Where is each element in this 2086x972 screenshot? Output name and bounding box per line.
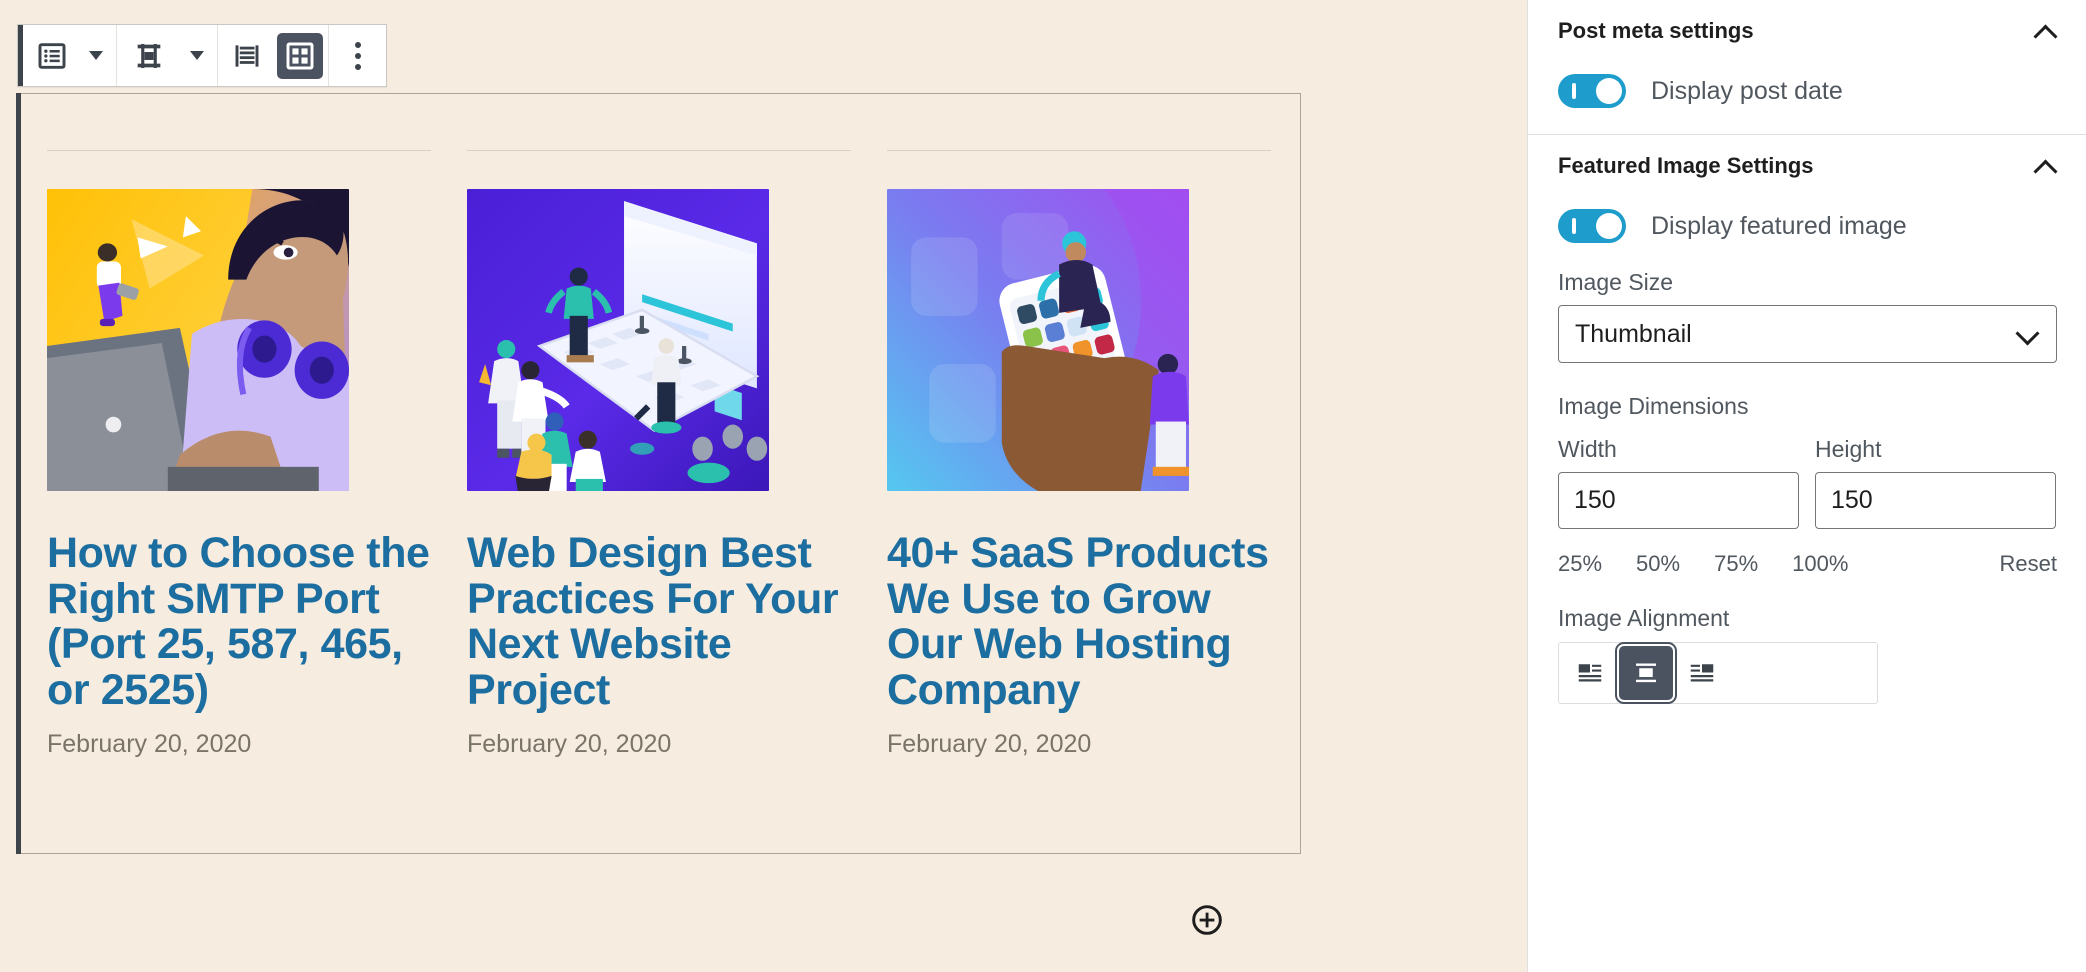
display-featured-image-label: Display featured image xyxy=(1651,211,1907,240)
featured-image-settings-header[interactable]: Featured Image Settings xyxy=(1558,135,2056,197)
height-field: Height xyxy=(1815,436,2056,529)
post-date: February 20, 2020 xyxy=(887,730,1092,759)
height-label: Height xyxy=(1815,436,1882,462)
post-thumbnail xyxy=(887,189,1189,491)
image-alignment-section: Image Alignment xyxy=(1558,605,2056,704)
align-center-icon xyxy=(1636,663,1656,683)
editor-canvas: How to Choose the Right SMTP Port (Port … xyxy=(0,0,1527,972)
scale-75-button[interactable]: 75% xyxy=(1714,551,1758,577)
post-separator xyxy=(467,150,851,151)
change-block-type-button[interactable] xyxy=(25,25,78,86)
image-size-value: Thumbnail xyxy=(1575,319,1692,348)
panel-featured-image-settings: Featured Image Settings Display featured… xyxy=(1528,135,2086,728)
scale-25-button[interactable]: 25% xyxy=(1558,551,1602,577)
post-thumbnail xyxy=(467,189,769,491)
post-date: February 20, 2020 xyxy=(467,730,672,759)
plus-circle-icon xyxy=(1192,905,1222,935)
editor-screen: How to Choose the Right SMTP Port (Port … xyxy=(0,0,2086,972)
width-field: Width xyxy=(1558,436,1799,529)
settings-sidebar: Post meta settings Display post date Fea… xyxy=(1527,0,2086,972)
panel-title: Post meta settings xyxy=(1558,18,1754,43)
scale-100-button[interactable]: 100% xyxy=(1792,551,1848,577)
post-title-link[interactable]: Web Design Best Practices For Your Next … xyxy=(467,530,851,713)
image-dimensions-label: Image Dimensions xyxy=(1558,393,1749,419)
latest-posts-block[interactable]: How to Choose the Right SMTP Port (Port … xyxy=(16,93,1301,854)
align-center-button[interactable] xyxy=(1615,642,1677,704)
image-size-field: Image Size Thumbnail xyxy=(1558,269,2057,363)
list-view-layout-button[interactable] xyxy=(220,25,273,86)
chevron-down-icon xyxy=(190,51,204,60)
posts-grid: How to Choose the Right SMTP Port (Port … xyxy=(47,150,1272,759)
image-size-select[interactable]: Thumbnail xyxy=(1558,305,2057,363)
post-separator xyxy=(887,150,1271,151)
align-right-icon xyxy=(1690,664,1714,682)
align-left-icon xyxy=(1578,664,1602,682)
image-scale-buttons: 25% 50% 75% 100% Reset xyxy=(1558,551,2057,577)
add-block-button[interactable] xyxy=(1190,903,1224,937)
change-alignment-button[interactable] xyxy=(119,25,179,86)
post-date: February 20, 2020 xyxy=(47,730,252,759)
scale-50-button[interactable]: 50% xyxy=(1636,551,1680,577)
block-toolbar xyxy=(17,24,387,87)
vertical-dots-icon xyxy=(354,41,361,70)
block-selection-bar xyxy=(16,93,21,854)
post-title-link[interactable]: 40+ SaaS Products We Use to Grow Our Web… xyxy=(887,530,1271,713)
display-post-date-label: Display post date xyxy=(1651,76,1843,105)
display-post-date-toggle[interactable] xyxy=(1558,74,1626,108)
display-featured-image-toggle[interactable] xyxy=(1558,209,1626,243)
width-input[interactable] xyxy=(1558,472,1799,529)
image-dimensions-inputs: Width Height xyxy=(1558,436,2056,529)
post-separator xyxy=(47,150,431,151)
chevron-down-icon xyxy=(89,51,103,60)
toolbar-group-alignment xyxy=(117,25,218,86)
post-thumbnail xyxy=(47,189,349,491)
image-alignment-label: Image Alignment xyxy=(1558,605,1730,631)
panel-post-meta-settings: Post meta settings Display post date xyxy=(1528,0,2086,135)
width-label: Width xyxy=(1558,436,1617,462)
alignment-dropdown-button[interactable] xyxy=(179,25,215,86)
chevron-up-icon[interactable] xyxy=(2035,156,2056,177)
list-item[interactable]: How to Choose the Right SMTP Port (Port … xyxy=(47,150,431,759)
more-options-button[interactable] xyxy=(331,25,384,86)
block-type-dropdown-button[interactable] xyxy=(78,25,114,86)
toolbar-group-layout xyxy=(218,25,329,86)
chevron-up-icon[interactable] xyxy=(2035,21,2056,42)
toolbar-group-more xyxy=(329,25,386,86)
display-post-date-row: Display post date xyxy=(1558,62,2056,134)
panel-title: Featured Image Settings xyxy=(1558,153,1814,178)
align-left-button[interactable] xyxy=(1563,646,1617,700)
post-meta-settings-header[interactable]: Post meta settings xyxy=(1558,0,2056,62)
reset-button[interactable]: Reset xyxy=(2000,551,2057,577)
list-item[interactable]: 40+ SaaS Products We Use to Grow Our Web… xyxy=(887,150,1271,759)
image-size-label: Image Size xyxy=(1558,269,1674,295)
list-item[interactable]: Web Design Best Practices For Your Next … xyxy=(467,150,851,759)
post-title-link[interactable]: How to Choose the Right SMTP Port (Port … xyxy=(47,530,431,713)
height-input[interactable] xyxy=(1815,472,2056,529)
chevron-down-icon xyxy=(2015,321,2040,346)
image-alignment-buttons xyxy=(1558,642,1878,704)
align-center-icon xyxy=(126,33,172,79)
display-featured-image-row: Display featured image xyxy=(1558,197,2056,269)
grid-view-layout-button[interactable] xyxy=(273,25,326,86)
image-dimensions-section: Image Dimensions Width Height 25% 50% 75… xyxy=(1558,393,2057,577)
toolbar-group-block-type xyxy=(23,25,117,86)
list-view-icon xyxy=(29,33,75,79)
list-layout-icon xyxy=(224,33,270,79)
align-right-button[interactable] xyxy=(1675,646,1729,700)
grid-layout-icon xyxy=(276,32,323,79)
